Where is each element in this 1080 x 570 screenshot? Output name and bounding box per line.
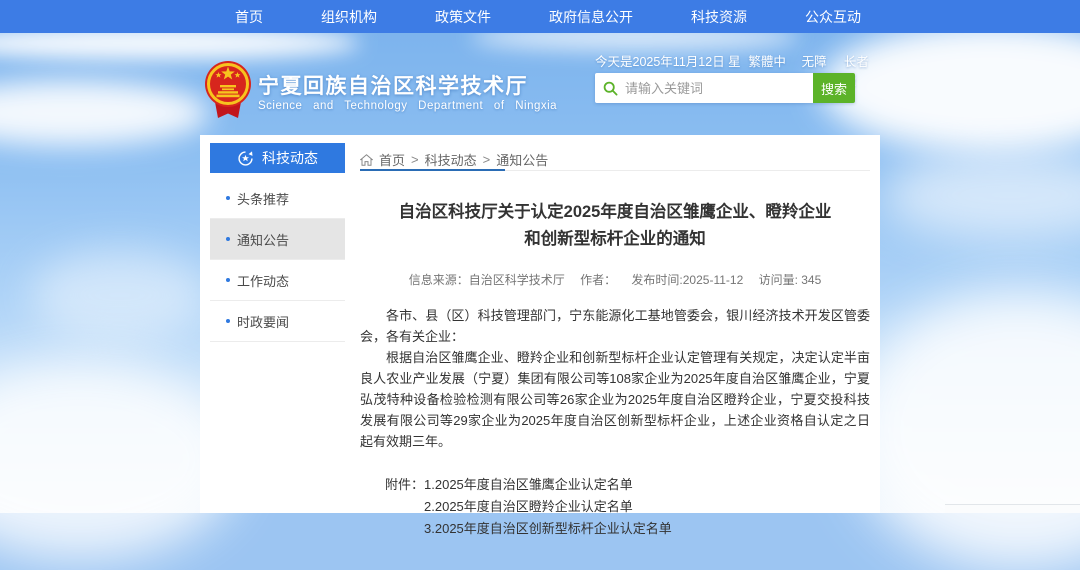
star-circular-arrow-icon [237,150,254,167]
bottom-right-panel-edge [945,504,1080,513]
sidebar-item-label: 时政要闻 [237,312,289,331]
breadcrumb-home[interactable]: 首页 [379,150,405,169]
attachments-section: 附件： 1.2025年度自治区雏鹰企业认定名单 2.2025年度自治区瞪羚企业认… [385,474,870,540]
search-input[interactable] [625,73,813,103]
sidebar: 科技动态 头条推荐 通知公告 工作动态 时政要闻 [210,143,345,342]
search-bar: 搜索 [595,73,855,103]
emblem-icon [203,58,253,124]
attachment-link-1[interactable]: 1.2025年度自治区雏鹰企业认定名单 [424,474,672,496]
sidebar-item-label: 头条推荐 [237,189,289,208]
search-icon [595,73,625,103]
attachment-link-2[interactable]: 2.2025年度自治区瞪羚企业认定名单 [424,496,672,518]
article-body: 各市、县（区）科技管理部门，宁东能源化工基地管委会，银川经济技术开发区管委会，各… [360,305,870,452]
breadcrumb-level2[interactable]: 通知公告 [496,150,548,169]
sidebar-item-work-trends[interactable]: 工作动态 [210,260,345,301]
content-container: 科技动态 头条推荐 通知公告 工作动态 时政要闻 [200,135,880,513]
nav-item-home[interactable]: 首页 [235,7,263,27]
breadcrumb-separator: > [411,152,419,167]
bullet-icon [226,319,230,323]
sidebar-item-label: 工作动态 [237,271,289,290]
cloud-decoration [30,250,210,340]
search-button[interactable]: 搜索 [813,73,855,103]
article-title-line2: 和创新型标杆企业的通知 [524,230,706,248]
breadcrumb: 首页 > 科技动态 > 通知公告 [360,135,870,169]
article-title: 自治区科技厅关于认定2025年度自治区雏鹰企业、瞪羚企业 和创新型标杆企业的通知 [360,199,870,253]
nav-item-policy-documents[interactable]: 政策文件 [435,7,491,27]
nav-item-organization[interactable]: 组织机构 [321,7,377,27]
breadcrumb-level1[interactable]: 科技动态 [425,150,477,169]
nav-item-public-interaction[interactable]: 公众互动 [805,7,861,27]
sidebar-item-notices[interactable]: 通知公告 [210,219,345,260]
main-column: 首页 > 科技动态 > 通知公告 自治区科技厅关于认定2025年度自治区雏鹰企业… [360,135,870,540]
sidebar-item-headlines[interactable]: 头条推荐 [210,178,345,219]
breadcrumb-separator: > [483,152,491,167]
home-icon [360,154,373,166]
article-meta: 信息来源：自治区科学技术厅 作者： 发布时间:2025-11-12 访问量: 3… [360,271,870,288]
meta-visit-count: 访问量: 345 [759,273,822,287]
meta-source: 信息来源：自治区科学技术厅 [409,273,565,287]
breadcrumb-divider [360,169,870,171]
sidebar-header: 科技动态 [210,143,345,173]
meta-publish-time: 发布时间:2025-11-12 [631,273,743,287]
nav-item-tech-resources[interactable]: 科技资源 [691,7,747,27]
article-paragraph: 根据自治区雏鹰企业、瞪羚企业和创新型标杆企业认定管理有关规定，决定认定半亩良人农… [360,347,870,452]
sidebar-title: 科技动态 [262,148,318,168]
attachments-label: 附件： [385,474,424,540]
divider-accent [360,169,505,171]
nav-item-government-info[interactable]: 政府信息公开 [549,7,633,27]
sidebar-item-political-news[interactable]: 时政要闻 [210,301,345,342]
top-navigation: 首页 组织机构 政策文件 政府信息公开 科技资源 公众互动 [0,0,1080,33]
site-title-english: Science and Technology Department of Nin… [258,100,557,112]
attachment-link-3[interactable]: 3.2025年度自治区创新型标杆企业认定名单 [424,518,672,540]
sidebar-item-label: 通知公告 [237,230,289,249]
national-emblem-logo [203,58,253,129]
attachments-list: 1.2025年度自治区雏鹰企业认定名单 2.2025年度自治区瞪羚企业认定名单 … [424,474,672,540]
meta-author: 作者： [580,273,616,287]
article-paragraph: 各市、县（区）科技管理部门，宁东能源化工基地管委会，银川经济技术开发区管委会，各… [360,305,870,347]
article-title-line1: 自治区科技厅关于认定2025年度自治区雏鹰企业、瞪羚企业 [399,203,832,221]
bullet-icon [226,237,230,241]
site-title: 宁夏回族自治区科学技术厅 [258,70,528,100]
sidebar-menu: 头条推荐 通知公告 工作动态 时政要闻 [210,178,345,342]
bullet-icon [226,278,230,282]
bullet-icon [226,196,230,200]
